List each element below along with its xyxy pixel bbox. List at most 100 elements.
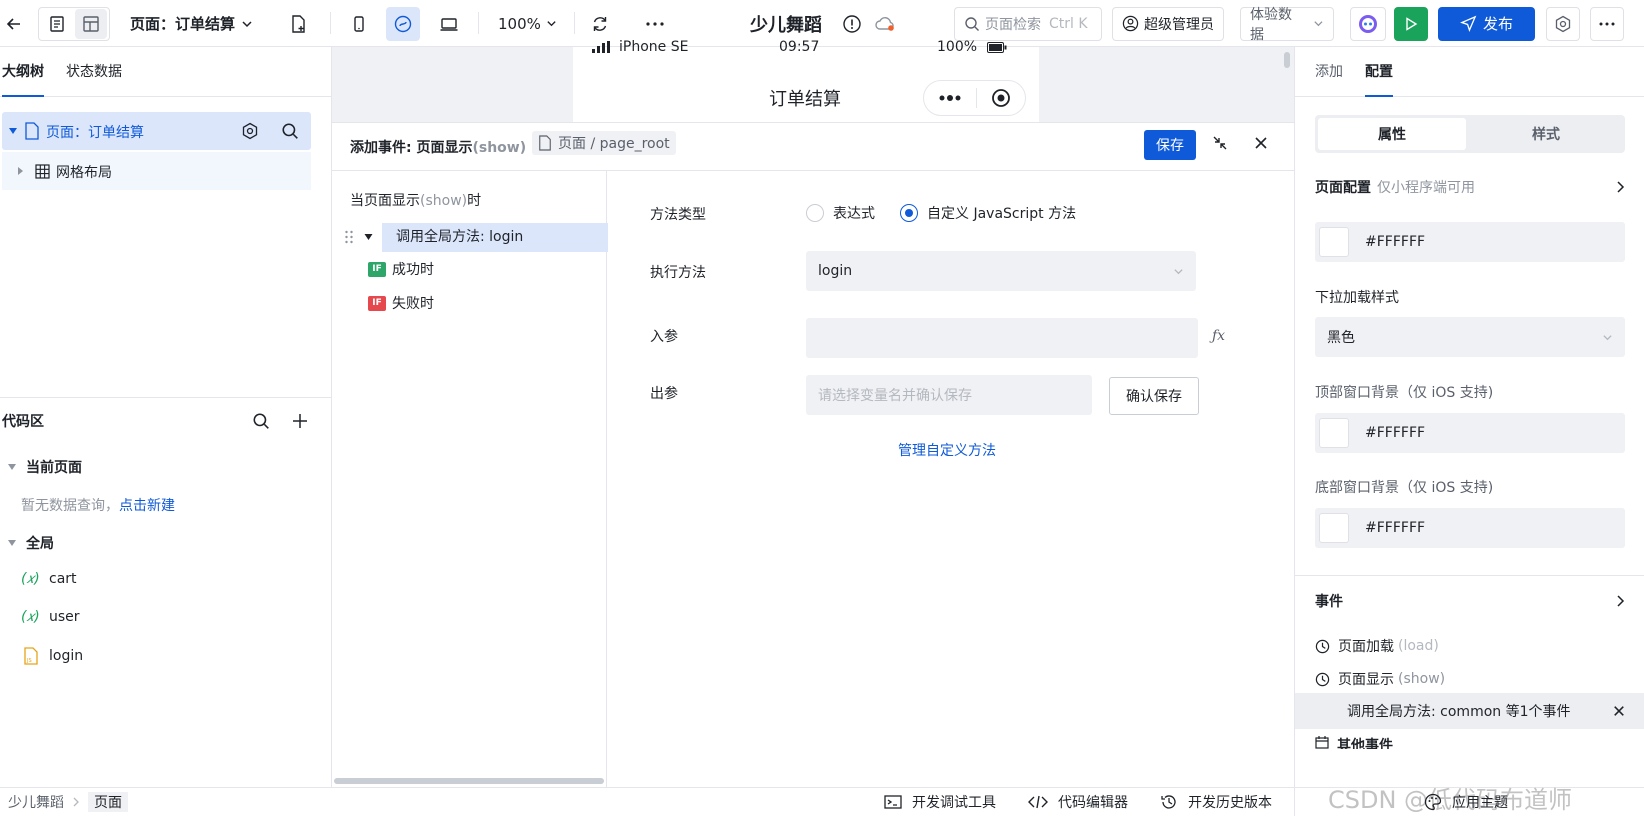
history-button[interactable]: 开发历史版本 [1160, 792, 1272, 812]
code-item-label: login [49, 648, 84, 664]
breadcrumb-item[interactable]: 少儿舞蹈 [8, 792, 64, 812]
close-icon[interactable] [1254, 136, 1268, 150]
gear-icon [1555, 15, 1571, 32]
phone-preview: iPhone SE 09:57 100% 订单结算 [573, 39, 1039, 122]
tab-outline-tree[interactable]: 大纲树 [2, 47, 44, 97]
top-bg-color-picker[interactable]: #FFFFFF [1315, 413, 1625, 453]
mobile-view-button[interactable] [342, 7, 376, 41]
tab-config[interactable]: 配置 [1365, 47, 1393, 97]
publish-label: 发布 [1482, 15, 1513, 33]
create-query-link[interactable]: 点击新建 [119, 498, 175, 514]
code-item-login[interactable]: JS login [23, 647, 83, 665]
radio-expression[interactable]: 表达式 [806, 203, 875, 223]
confirm-save-button[interactable]: 确认保存 [1109, 377, 1199, 415]
segment-properties[interactable]: 属性 [1318, 118, 1466, 150]
admin-button[interactable]: 超级管理员 [1112, 6, 1224, 41]
page-config-header[interactable]: 页面配置 仅小程序端可用 [1315, 177, 1625, 197]
phone-model: iPhone SE [619, 39, 689, 55]
close-icon[interactable] [1613, 705, 1625, 717]
debug-tool-button[interactable]: 开发调试工具 [884, 792, 996, 812]
code-item-user[interactable]: (𝑥) user [21, 609, 80, 625]
breadcrumb-item[interactable]: 页面 [88, 792, 128, 812]
input-param-field[interactable] [806, 318, 1198, 358]
tree-scrollbar-thumb[interactable] [334, 778, 604, 784]
search-icon[interactable] [281, 122, 299, 140]
manage-methods-link[interactable]: 管理自定义方法 [898, 440, 996, 460]
canvas-scrollbar[interactable] [1284, 52, 1290, 68]
save-button[interactable]: 保存 [1144, 130, 1196, 160]
tab-add[interactable]: 添加 [1315, 47, 1343, 97]
event-editor-panel: 添加事件: 页面显示(show) 页面 / page_root 保存 当页面显示… [332, 122, 1294, 788]
search-icon[interactable] [252, 412, 270, 430]
segment-style[interactable]: 样式 [1471, 118, 1621, 150]
zoom-value: 100% [498, 14, 541, 33]
event-action-label: 调用全局方法: common 等1个事件 [1347, 704, 1571, 720]
page-view-button[interactable] [41, 9, 73, 39]
bottom-status-bar: 少儿舞蹈 页面 开发调试工具 代码编辑器 开发历史版本 CSDN @低代码布道师… [0, 786, 1644, 816]
tree-node-page[interactable]: 页面：订单结算 [2, 112, 311, 150]
caret-down-icon[interactable] [364, 233, 373, 241]
code-group-global[interactable]: 全局 [8, 533, 54, 553]
drag-handle-icon[interactable] [344, 230, 354, 244]
search-icon [965, 16, 979, 31]
zoom-selector[interactable]: 100% [498, 0, 557, 47]
bottom-bg-color-picker[interactable]: #FFFFFF [1315, 508, 1625, 548]
plus-icon[interactable] [292, 413, 308, 429]
more-menu-button[interactable] [1590, 6, 1624, 41]
run-button[interactable] [1394, 6, 1428, 41]
desktop-view-button[interactable] [432, 7, 466, 41]
formula-icon[interactable]: ƒx [1212, 328, 1225, 344]
code-item-cart[interactable]: (𝑥) cart [21, 571, 77, 587]
code-group-label: 当前页面 [26, 460, 82, 476]
ai-assistant-button[interactable] [1350, 6, 1386, 41]
page-bg-color-picker[interactable]: #FFFFFF [1315, 222, 1625, 262]
app-title: 少儿舞蹈 [750, 14, 822, 36]
tree-node-grid-layout[interactable]: 网格布局 [2, 152, 311, 190]
new-page-button[interactable] [288, 0, 308, 47]
phone-time: 09:57 [779, 39, 820, 55]
tree-node-label: 页面：订单结算 [46, 125, 144, 141]
page-selector-label: 页面：订单结算 [130, 15, 236, 33]
data-env-selector[interactable]: 体验数据 [1240, 6, 1334, 43]
event-page-show[interactable]: 页面显示 (show) [1315, 669, 1445, 689]
back-button[interactable] [4, 0, 24, 47]
event-other[interactable]: 其他事件 [1315, 735, 1393, 749]
event-page-load[interactable]: 页面加载 (load) [1315, 636, 1439, 656]
tab-label: 添加 [1315, 64, 1343, 80]
miniprogram-view-button[interactable] [386, 6, 420, 41]
more-horizontal-icon [646, 21, 664, 26]
method-type-label: 方法类型 [650, 207, 706, 223]
clock-icon [1315, 639, 1330, 653]
settings-button[interactable] [1546, 6, 1580, 41]
pulldown-style-select[interactable]: 黑色 [1315, 317, 1625, 357]
history-icon [1161, 795, 1176, 809]
collapse-icon[interactable] [1212, 135, 1228, 151]
app-theme-button[interactable]: 应用主题 [1424, 792, 1508, 812]
output-variable-select[interactable]: 请选择变量名并确认保存 [806, 375, 1092, 415]
branch-failure[interactable]: IF 失败时 [368, 293, 434, 313]
top-toolbar: 页面：订单结算 100% 少儿舞蹈 页面检索 Ctrl K 超级管理员 体验数据… [0, 0, 1644, 47]
color-swatch [1319, 227, 1349, 257]
data-env-label: 体验数据 [1250, 6, 1292, 43]
publish-button[interactable]: 发布 [1438, 6, 1535, 41]
color-swatch [1319, 418, 1349, 448]
branch-success[interactable]: IF 成功时 [368, 259, 434, 279]
layout-icon [83, 15, 99, 32]
page-selector[interactable]: 页面：订单结算 [130, 0, 253, 47]
gear-icon[interactable] [241, 122, 259, 140]
info-button[interactable] [842, 0, 862, 47]
action-node-login[interactable]: 调用全局方法: login [382, 223, 608, 252]
code-group-current-page[interactable]: 当前页面 [8, 457, 82, 477]
tab-state-data[interactable]: 状态数据 [66, 47, 122, 97]
event-action-row[interactable]: 调用全局方法: common 等1个事件 [1295, 693, 1644, 729]
events-header[interactable]: 事件 [1315, 591, 1625, 611]
page-search-input[interactable]: 页面检索 Ctrl K [954, 6, 1102, 41]
phone-battery: 100% [937, 39, 978, 55]
chevron-down-icon [242, 20, 252, 27]
battery-icon [987, 41, 1007, 53]
exec-method-select[interactable]: login [806, 251, 1196, 291]
caret-down-icon [8, 540, 16, 546]
layout-view-button[interactable] [75, 8, 107, 39]
radio-custom-js[interactable]: 自定义 JavaScript 方法 [900, 203, 1076, 223]
code-editor-button[interactable]: 代码编辑器 [1028, 792, 1128, 812]
